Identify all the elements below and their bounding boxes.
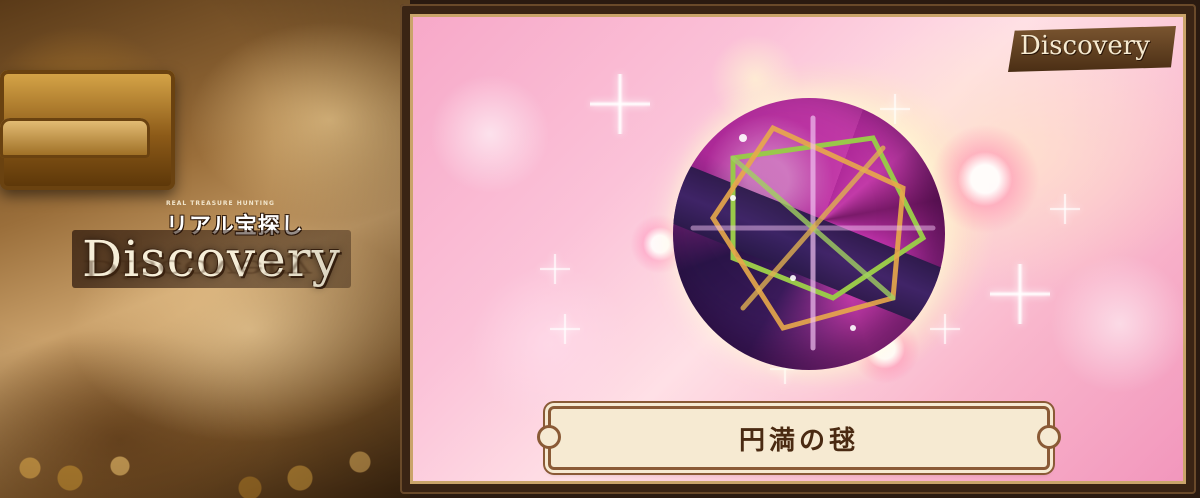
plate-ornament-right-icon (1037, 425, 1061, 449)
item-name-plate: 円満の毬 (537, 406, 1061, 470)
logo-tagline: REAL TREASURE HUNTING (166, 200, 275, 207)
sparkle-icon (1050, 194, 1080, 224)
treasure-chest-lid (0, 118, 150, 158)
treasure-chest-image (0, 70, 175, 190)
discovery-badge: Discovery (1008, 26, 1176, 72)
discovery-logo: REAL TREASURE HUNTING リアル宝探し Discovery D… (72, 200, 372, 320)
bokeh-light (1050, 254, 1186, 394)
bokeh-light (430, 74, 550, 194)
coin-pile-image (0, 358, 410, 498)
bokeh-light (930, 124, 1040, 234)
logo-reflection: Discovery (82, 254, 312, 284)
sparkle-icon (990, 264, 1050, 324)
bokeh-light (470, 264, 630, 424)
sparkle-icon (540, 254, 570, 284)
sparkle-icon (550, 314, 580, 344)
plate-ornament-left-icon (537, 425, 561, 449)
sparkle-icon (590, 74, 650, 134)
temari-thread-pattern (690, 115, 936, 351)
badge-label: Discovery (1020, 31, 1150, 61)
item-card: Discovery 円満の毬 (410, 14, 1186, 484)
item-name: 円満の毬 (738, 425, 859, 456)
treasure-artwork-panel: REAL TREASURE HUNTING リアル宝探し Discovery D… (0, 0, 410, 498)
temari-ball-image (673, 98, 945, 370)
